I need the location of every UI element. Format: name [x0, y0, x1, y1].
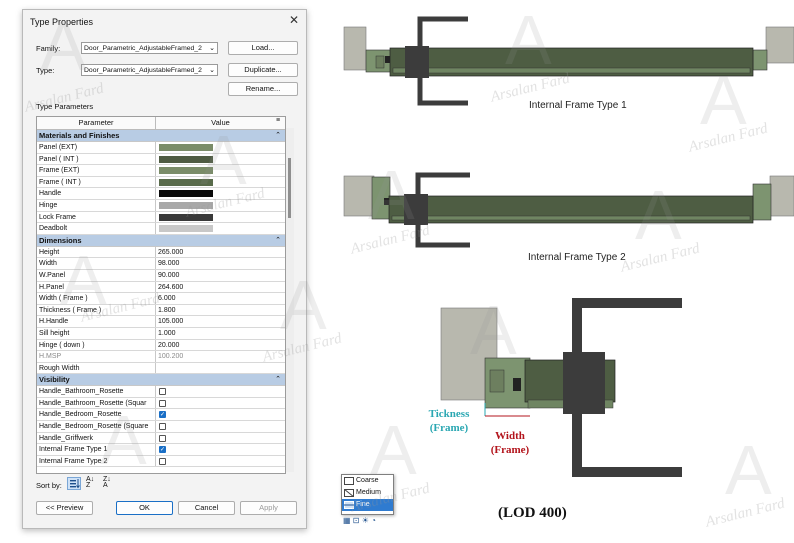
internal-frame-type2-diagram	[343, 172, 794, 248]
detail-level-medium[interactable]: Medium	[342, 487, 393, 499]
medium-icon	[344, 489, 354, 497]
caption-internal-frame-type2: Internal Frame Type 2	[528, 252, 626, 263]
lod400-detail-diagram	[440, 298, 682, 477]
detail-level-fine[interactable]: Fine	[342, 499, 393, 511]
detail-level-label: Medium	[356, 489, 381, 496]
detail-level-coarse[interactable]: Coarse	[342, 475, 393, 487]
detail-level-label: Coarse	[356, 477, 379, 484]
coarse-icon	[344, 477, 354, 485]
internal-frame-type1-diagram	[343, 16, 794, 106]
width-frame-label: Width (Frame)	[490, 430, 530, 456]
lod-label: (LOD 400)	[498, 505, 567, 521]
detail-level-menu: Coarse Medium Fine	[341, 474, 394, 515]
caption-internal-frame-type1: Internal Frame Type 1	[529, 100, 627, 111]
view-control-bar-icons[interactable]: ▦ ⊡ ☀ ◔	[343, 516, 376, 525]
door-frame-details	[343, 16, 794, 477]
detail-level-label: Fine	[356, 501, 370, 508]
thickness-frame-label: Tickness (Frame)	[428, 408, 470, 434]
fine-icon	[344, 501, 354, 509]
